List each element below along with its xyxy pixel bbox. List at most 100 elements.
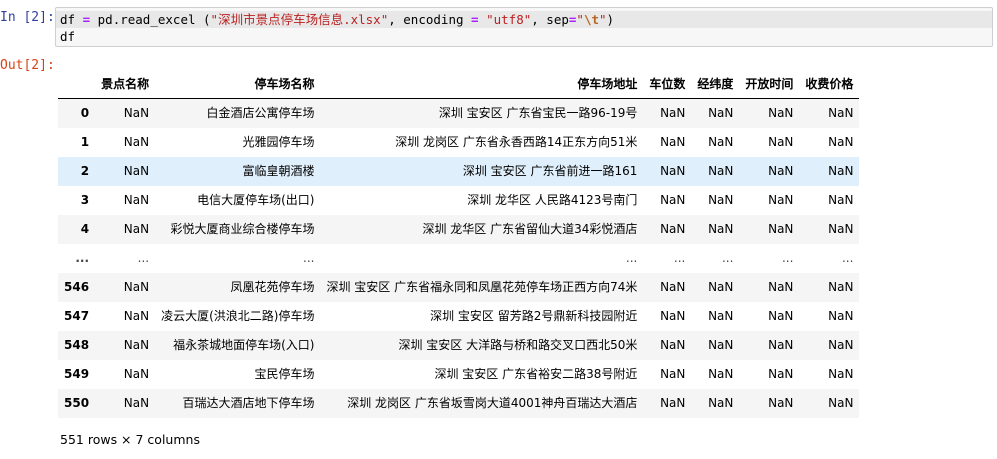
table-row: 547 NaN 凌云大厦(洪浪北二路)停车场 深圳 宝安区 留芳路2号鼎新科技园附近 N… xyxy=(58,302,860,331)
table-cell: NaN xyxy=(123,280,150,294)
table-cell: NaN xyxy=(828,222,854,236)
table-cell: NaN xyxy=(828,309,854,323)
table-cell: 深圳 宝安区 广东省宝民一路96-19号 xyxy=(438,106,638,120)
table-cell: NaN xyxy=(768,309,794,323)
table-cell: 深圳 龙岗区 广东省坂雪岗大道4001神舟百瑞达大酒店 xyxy=(347,396,638,410)
table-row: 0 NaN 白金酒店公寓停车场 深圳 宝安区 广东省宝民一路96-19号 NaN NaN N… xyxy=(58,98,860,128)
table-cell: NaN xyxy=(768,106,794,120)
table-cell: 深圳 宝安区 大洋路与桥和路交叉口西北50米 xyxy=(398,338,638,352)
table-cell: NaN xyxy=(123,193,150,207)
code-line-2[interactable]: df xyxy=(60,29,75,45)
row-index: 3 xyxy=(80,193,90,207)
table-cell: NaN xyxy=(708,106,734,120)
row-index: 550 xyxy=(64,396,90,410)
code-token: pd.read_excel ( xyxy=(97,12,211,27)
table-row: 2 NaN 富临皇朝酒楼 深圳 宝安区 广东省前进一路161 NaN NaN NaN NaN xyxy=(58,157,860,186)
table-cell: NaN xyxy=(768,396,794,410)
row-index: ... xyxy=(75,251,90,265)
row-index: 1 xyxy=(80,135,90,149)
code-token: "深圳市景点停车场信息.xlsx" xyxy=(210,12,389,27)
table-cell: ... xyxy=(781,251,794,265)
table-cell: 宝民停车场 xyxy=(254,367,315,381)
table-cell: NaN xyxy=(660,338,686,352)
code-editor[interactable]: df = pd.read_excel ("深圳市景点停车场信息.xlsx", e… xyxy=(55,7,993,47)
table-row: 548 NaN 福永茶城地面停车场(入口) 深圳 宝安区 大洋路与桥和路交叉口西北50… xyxy=(58,331,860,360)
table-cell: NaN xyxy=(768,280,794,294)
table-cell: NaN xyxy=(660,222,686,236)
table-cell: NaN xyxy=(660,367,686,381)
row-index: 547 xyxy=(64,309,90,323)
table-cell: NaN xyxy=(123,222,150,236)
table-cell: ... xyxy=(841,251,854,265)
table-row: 546 NaN 凤凰花苑停车场 深圳 宝安区 广东省福永同和凤凰花苑停车场正西方向74… xyxy=(58,273,860,302)
table-cell: NaN xyxy=(660,164,686,178)
table-cell: NaN xyxy=(660,309,686,323)
column-header: 经纬度 xyxy=(691,70,740,99)
table-cell: NaN xyxy=(123,367,150,381)
table-cell: NaN xyxy=(828,193,854,207)
row-index: 0 xyxy=(80,106,90,120)
table-cell: 白金酒店公寓停车场 xyxy=(206,106,315,120)
code-token: = xyxy=(82,12,91,27)
table-cell: ... xyxy=(625,251,638,265)
table-cell: NaN xyxy=(660,135,686,149)
table-row: 550 NaN 百瑞达大酒店地下停车场 深圳 龙岗区 广东省坂雪岗大道4001神舟百瑞… xyxy=(58,389,860,418)
input-prompt: In [2]: xyxy=(0,10,55,25)
table-cell: 百瑞达大酒店地下停车场 xyxy=(182,396,315,410)
code-token: " xyxy=(599,12,607,27)
table-cell: 福永茶城地面停车场(入口) xyxy=(173,338,315,352)
table-cell: NaN xyxy=(708,280,734,294)
table-cell: NaN xyxy=(708,193,734,207)
code-token: \t xyxy=(583,12,600,27)
table-header-row: 景点名称 停车场名称 停车场地址 车位数 经纬度 开放时间 收费价格 xyxy=(58,70,860,99)
output-prompt: Out[2]: xyxy=(0,58,55,73)
table-row: 1 NaN 光雅园停车场 深圳 龙岗区 广东省永香西路14正东方向51米 NaN NaN N… xyxy=(58,128,860,157)
table-cell: 深圳 龙华区 人民路4123号南门 xyxy=(467,193,638,207)
table-cell: NaN xyxy=(828,338,854,352)
table-cell: ... xyxy=(673,251,686,265)
row-index: 2 xyxy=(80,164,90,178)
table-cell: NaN xyxy=(660,193,686,207)
column-header: 车位数 xyxy=(643,70,692,99)
table-cell: NaN xyxy=(828,280,854,294)
table-cell: NaN xyxy=(768,135,794,149)
table-cell: 电信大厦停车场(出口) xyxy=(197,193,315,207)
table-cell: 深圳 宝安区 广东省前进一路161 xyxy=(462,164,638,178)
table-cell: 富临皇朝酒楼 xyxy=(242,164,315,178)
table-cell: ... xyxy=(303,251,315,265)
code-token: , encoding xyxy=(388,12,464,27)
row-index: 4 xyxy=(80,222,90,236)
table-cell: NaN xyxy=(123,106,150,120)
table-cell: NaN xyxy=(123,396,150,410)
table-cell: NaN xyxy=(123,309,150,323)
table-cell: ... xyxy=(137,251,150,265)
code-token: , sep xyxy=(531,12,569,27)
code-token: df xyxy=(60,12,76,27)
code-token: = xyxy=(471,12,479,27)
table-cell: NaN xyxy=(768,164,794,178)
table-cell: NaN xyxy=(828,396,854,410)
dataframe-table: 景点名称 停车场名称 停车场地址 车位数 经纬度 开放时间 收费价格 0 NaN 白金酒店公寓停… xyxy=(58,70,860,418)
code-line-1[interactable]: df = pd.read_excel ("深圳市景点停车场信息.xlsx", e… xyxy=(60,12,614,28)
column-header: 景点名称 xyxy=(95,70,156,99)
row-index: 548 xyxy=(64,338,90,352)
table-cell: NaN xyxy=(123,164,150,178)
table-cell: NaN xyxy=(708,135,734,149)
table-cell: NaN xyxy=(828,106,854,120)
table-row: 3 NaN 电信大厦停车场(出口) 深圳 龙华区 人民路4123号南门 NaN NaN Na… xyxy=(58,186,860,215)
table-cell: NaN xyxy=(660,106,686,120)
table-cell: NaN xyxy=(828,367,854,381)
table-cell: NaN xyxy=(828,135,854,149)
ellipsis-row: ........................ xyxy=(58,244,860,273)
code-token: " xyxy=(576,12,584,27)
input-cell[interactable]: In [2]: df = pd.read_excel ("深圳市景点停车场信息.… xyxy=(0,0,997,50)
code-token: "utf8" xyxy=(486,12,532,27)
table-cell: 凌云大厦(洪浪北二路)停车场 xyxy=(161,309,315,323)
table-cell: 凤凰花苑停车场 xyxy=(230,280,315,294)
table-cell: NaN xyxy=(660,280,686,294)
table-cell: 深圳 龙岗区 广东省永香西路14正东方向51米 xyxy=(395,135,638,149)
table-cell: NaN xyxy=(708,367,734,381)
table-cell: NaN xyxy=(768,222,794,236)
table-cell: 彩悦大厦商业综合楼停车场 xyxy=(170,222,315,236)
row-index: 546 xyxy=(64,280,90,294)
